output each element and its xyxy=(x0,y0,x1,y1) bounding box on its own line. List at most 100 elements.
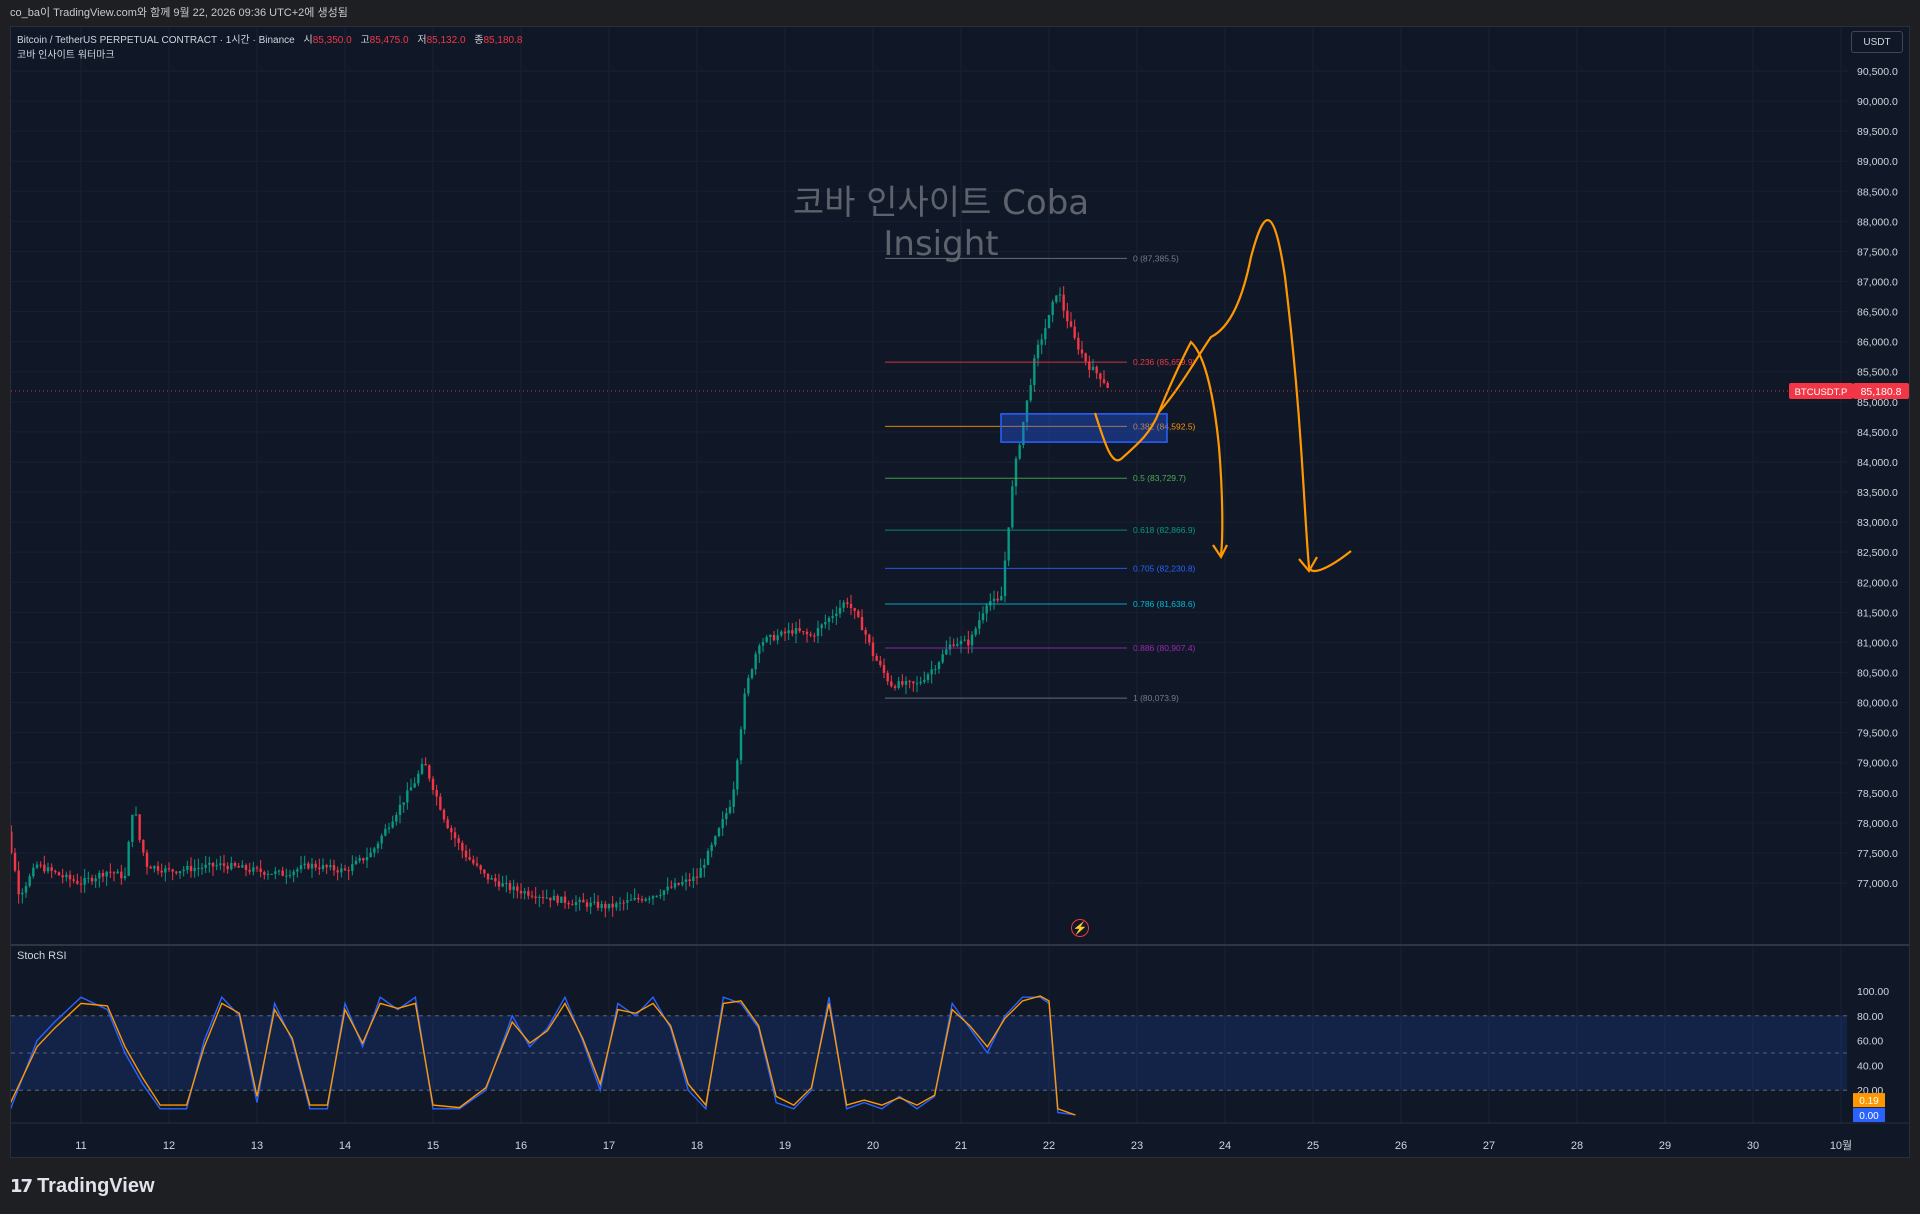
candle-body xyxy=(131,814,134,843)
candle-body xyxy=(1044,328,1047,340)
time-axis-label: 24 xyxy=(1219,1140,1231,1152)
candle-body xyxy=(39,864,42,866)
price-axis-label: 82,000.0 xyxy=(1857,577,1898,589)
candle-body xyxy=(402,802,405,805)
candle-body xyxy=(798,628,801,632)
candle-body xyxy=(1000,596,1003,601)
candle-body xyxy=(211,862,215,867)
candle-body xyxy=(431,778,435,790)
candle-body xyxy=(314,863,317,868)
candle-body xyxy=(736,760,739,790)
candle-body xyxy=(1095,366,1098,374)
fib-level-label: 0.705 (82,230.8) xyxy=(1133,563,1196,573)
price-axis-label: 77,000.0 xyxy=(1857,878,1898,890)
candle-body xyxy=(615,903,618,908)
close-value: 85,180.8 xyxy=(483,35,523,46)
candle-body xyxy=(87,877,90,879)
candle-body xyxy=(666,886,669,891)
candle-body xyxy=(824,622,827,625)
candle-body xyxy=(816,628,820,636)
candle-body xyxy=(483,869,486,874)
candle-body xyxy=(215,865,218,867)
time-axis-label: 28 xyxy=(1571,1140,1583,1152)
watermark-indicator-label[interactable]: 코바 인사이트 워터마크 xyxy=(17,48,522,63)
candle-body xyxy=(538,897,541,899)
candle-body xyxy=(160,870,163,873)
fib-level-label: 0.886 (80,907.4) xyxy=(1133,643,1196,653)
candle-body xyxy=(351,864,354,872)
candle-body xyxy=(758,645,761,654)
candle-body xyxy=(897,681,900,688)
candle-body xyxy=(717,828,721,837)
time-axis-label: 26 xyxy=(1395,1140,1407,1152)
price-axis-label: 82,500.0 xyxy=(1857,547,1898,559)
candle-body xyxy=(457,838,460,843)
candle-body xyxy=(1084,353,1087,362)
candle-body xyxy=(281,870,284,876)
candle-body xyxy=(329,865,332,868)
stoch-rsi-title[interactable]: Stoch RSI xyxy=(17,950,67,962)
candle-body xyxy=(204,864,207,868)
projection-path-short[interactable] xyxy=(1093,340,1224,556)
candle-body xyxy=(472,859,475,864)
candle-body xyxy=(358,858,361,861)
time-axis-label: 10월 xyxy=(1830,1139,1852,1152)
candle-body xyxy=(142,839,145,853)
currency-button[interactable]: USDT xyxy=(1851,31,1903,53)
candle-body xyxy=(1066,310,1069,322)
candle-body xyxy=(450,828,453,833)
chart-frame[interactable]: 90,500.0 90,000.0 89,500.0 89,000.0 88,500.0… xyxy=(10,26,1910,1158)
time-axis-label: 18 xyxy=(691,1140,703,1152)
candle-body xyxy=(193,868,196,872)
candle-body xyxy=(149,866,152,869)
candle-body xyxy=(1007,527,1010,561)
tradingview-brand: TradingView xyxy=(37,1174,155,1197)
candle-body xyxy=(252,867,255,872)
candle-body xyxy=(879,660,882,666)
price-axis-label: 79,500.0 xyxy=(1857,728,1898,740)
candle-body xyxy=(468,857,471,860)
projection-path-long[interactable] xyxy=(1158,219,1352,573)
candle-body xyxy=(28,876,31,886)
candle-body xyxy=(560,896,563,903)
fib-retracement: 0 (87,385.5)0.236 (85,659.9)0.382 (84,59… xyxy=(885,253,1196,703)
candle-body xyxy=(461,842,464,851)
candle-body xyxy=(1011,486,1014,528)
candle-body xyxy=(321,865,325,870)
candle-body xyxy=(68,874,72,880)
candle-body xyxy=(1073,326,1076,338)
price-axis-label: 83,000.0 xyxy=(1857,517,1898,529)
candle-body xyxy=(116,871,119,874)
candle-body xyxy=(490,878,493,880)
top-bar-text: co_ba이 TradingView.com와 함께 9월 22, 2026 0… xyxy=(10,7,348,19)
candle-body xyxy=(934,669,937,671)
candle-body xyxy=(145,852,149,867)
candle-body xyxy=(794,628,798,634)
open-label: 시 xyxy=(303,35,313,46)
candle-body xyxy=(516,886,519,891)
candle-body xyxy=(519,890,523,894)
candle-body xyxy=(747,677,750,694)
candle-body xyxy=(1055,295,1058,302)
fib-level-label: 1 (80,073.9) xyxy=(1133,693,1179,703)
tradingview-logo-icon: 𝟭𝟳 xyxy=(10,1175,33,1196)
candle-body xyxy=(505,882,508,884)
price-axis-label: 85,500.0 xyxy=(1857,367,1898,379)
candle-body xyxy=(761,641,765,646)
candle-body xyxy=(226,865,229,870)
lightning-icon[interactable]: ⚡ xyxy=(1071,919,1089,937)
time-axis-label: 30 xyxy=(1747,1140,1759,1152)
candle-body xyxy=(791,630,794,634)
stoch-axis-label: 40.00 xyxy=(1857,1060,1883,1072)
candle-body xyxy=(1018,445,1021,459)
candle-body xyxy=(255,867,259,869)
candle-body xyxy=(219,863,222,866)
candle-body xyxy=(435,789,438,797)
symbol-title[interactable]: Bitcoin / TetherUS PERPETUAL CONTRACT · … xyxy=(17,35,295,46)
candle-body xyxy=(325,865,328,868)
candle-body xyxy=(395,814,398,822)
candle-body xyxy=(567,903,570,905)
candle-body xyxy=(494,878,497,882)
candle-body xyxy=(197,867,200,869)
candle-body xyxy=(343,868,347,871)
